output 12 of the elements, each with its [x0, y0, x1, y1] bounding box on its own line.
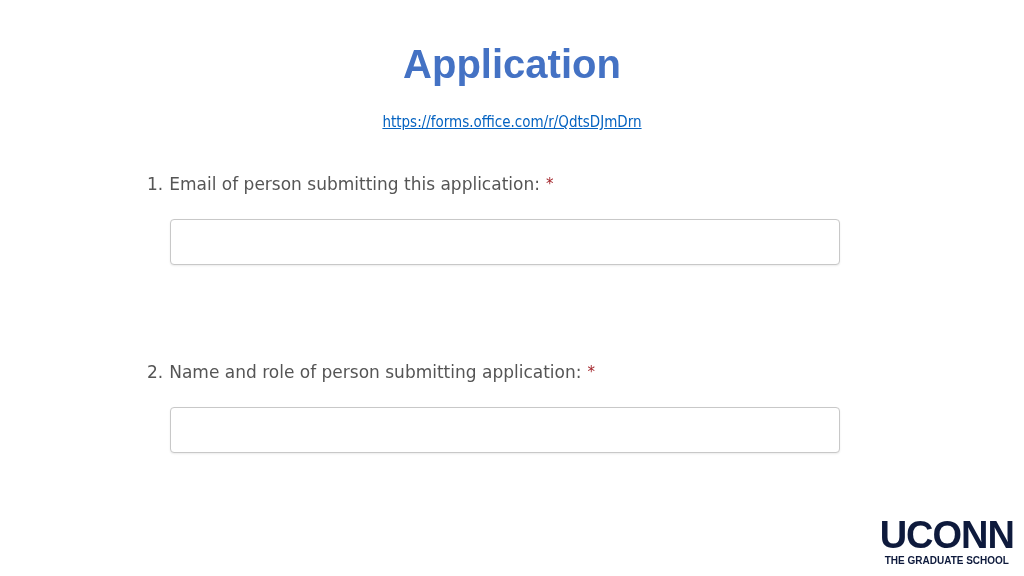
logo-subtitle: THE GRADUATE SCHOOL: [884, 555, 1009, 566]
input-field[interactable]: [170, 219, 840, 265]
input-field[interactable]: [170, 407, 840, 453]
slide-title: Application: [403, 41, 621, 88]
form-link[interactable]: https://forms.office.com/r/QdtsDJmDrn: [382, 113, 642, 131]
question-label: Email of person submitting this application:: [169, 173, 540, 195]
question-number: 2.: [147, 361, 164, 383]
question-label: Name and role of person submitting application:: [169, 361, 582, 383]
logo-wordmark: UCONN: [879, 518, 1014, 552]
required-mark: *: [587, 362, 595, 383]
question-number: 1.: [147, 173, 164, 195]
required-mark: *: [545, 174, 554, 195]
